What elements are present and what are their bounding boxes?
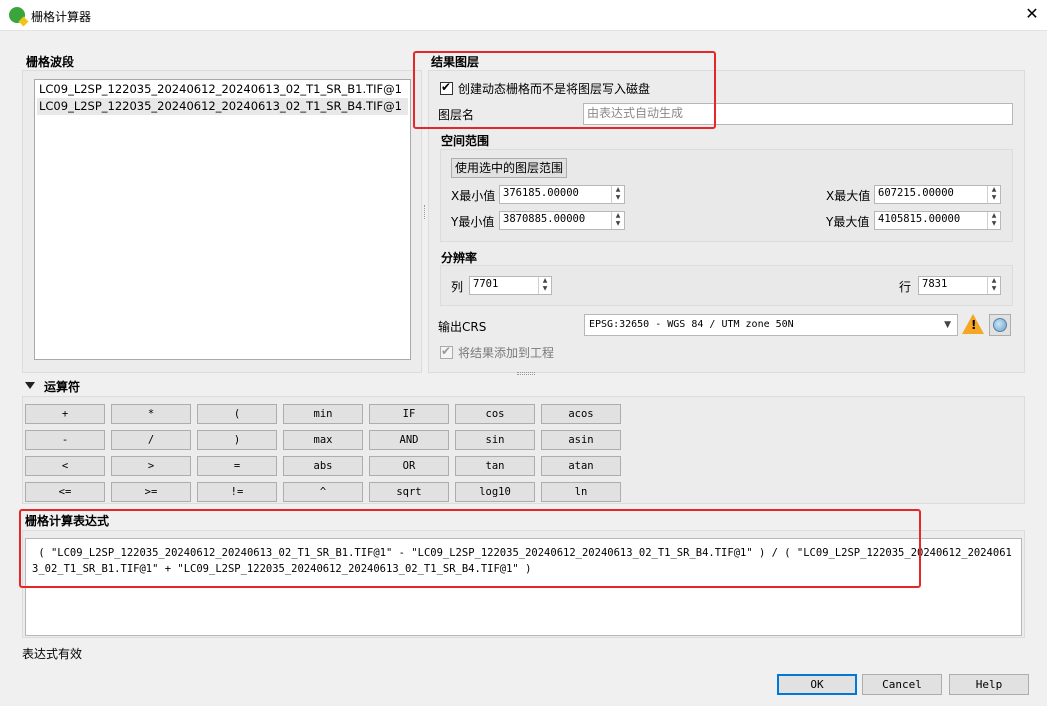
xmin-spinbox[interactable]: 376185.00000 ▲ ▼ bbox=[499, 185, 625, 204]
operator-button[interactable]: acos bbox=[541, 404, 621, 424]
title-bar: 栅格计算器 ✕ bbox=[0, 0, 1047, 31]
expression-title: 栅格计算表达式 bbox=[25, 514, 110, 528]
ymin-label: Y最小值 bbox=[451, 215, 495, 229]
operator-button[interactable]: min bbox=[283, 404, 363, 424]
operator-button[interactable]: log10 bbox=[455, 482, 535, 502]
band-list-item[interactable]: LC09_L2SP_122035_20240612_20240613_02_T1… bbox=[37, 98, 408, 115]
expression-status: 表达式有效 bbox=[22, 647, 83, 661]
rows-spinbox[interactable]: 7831 ▲ ▼ bbox=[918, 276, 1001, 295]
qgis-logo-icon bbox=[9, 7, 25, 23]
expression-editor[interactable]: ( "LC09_L2SP_122035_20240612_20240613_02… bbox=[25, 538, 1022, 636]
xmin-value: 376185.00000 bbox=[503, 187, 579, 199]
virtual-layer-checkbox[interactable] bbox=[440, 80, 453, 95]
add-to-project-checkbox[interactable] bbox=[440, 344, 453, 359]
operator-button[interactable]: > bbox=[111, 456, 191, 476]
operator-button[interactable]: = bbox=[197, 456, 277, 476]
ymax-spinbox[interactable]: 4105815.00000 ▲ ▼ bbox=[874, 211, 1001, 230]
result-layer-title: 结果图层 bbox=[431, 55, 480, 69]
operator-button[interactable]: ln bbox=[541, 482, 621, 502]
operator-button[interactable]: / bbox=[111, 430, 191, 450]
chevron-down-icon: ▼ bbox=[944, 320, 951, 330]
bands-group-title: 栅格波段 bbox=[26, 55, 75, 69]
spin-up-icon[interactable]: ▲ bbox=[988, 277, 1000, 285]
layer-name-label: 图层名 bbox=[438, 108, 475, 122]
operator-button[interactable]: max bbox=[283, 430, 363, 450]
extent-title: 空间范围 bbox=[441, 134, 490, 148]
columns-label: 列 bbox=[451, 280, 464, 294]
ymax-label: Y最大值 bbox=[826, 215, 870, 229]
window-title: 栅格计算器 bbox=[31, 10, 92, 24]
virtual-layer-label: 创建动态栅格而不是将图层写入磁盘 bbox=[458, 82, 651, 96]
operator-button[interactable]: + bbox=[25, 404, 105, 424]
operators-title: 运算符 bbox=[44, 380, 81, 394]
output-crs-value: EPSG:32650 - WGS 84 / UTM zone 50N bbox=[589, 319, 794, 330]
bands-list[interactable]: LC09_L2SP_122035_20240612_20240613_02_T1… bbox=[34, 79, 411, 360]
close-icon[interactable]: ✕ bbox=[1021, 3, 1043, 25]
operator-button[interactable]: sqrt bbox=[369, 482, 449, 502]
operator-button[interactable]: >= bbox=[111, 482, 191, 502]
warning-icon: ! bbox=[962, 314, 984, 334]
operator-button[interactable]: - bbox=[25, 430, 105, 450]
output-crs-select[interactable]: EPSG:32650 - WGS 84 / UTM zone 50N ▼ bbox=[584, 314, 958, 336]
rows-value: 7831 bbox=[922, 278, 948, 290]
expression-text: ( "LC09_L2SP_122035_20240612_20240613_02… bbox=[32, 547, 1012, 575]
spin-up-icon[interactable]: ▲ bbox=[612, 186, 624, 194]
operator-button[interactable]: ) bbox=[197, 430, 277, 450]
spin-up-icon[interactable]: ▲ bbox=[612, 212, 624, 220]
xmax-label: X最大值 bbox=[826, 189, 871, 203]
xmax-value: 607215.00000 bbox=[878, 187, 954, 199]
xmax-spinbox[interactable]: 607215.00000 ▲ ▼ bbox=[874, 185, 1001, 204]
help-button[interactable]: Help bbox=[949, 674, 1029, 695]
cancel-button[interactable]: Cancel bbox=[862, 674, 942, 695]
operator-button[interactable]: < bbox=[25, 456, 105, 476]
operator-button[interactable]: ( bbox=[197, 404, 277, 424]
crs-selector-button[interactable] bbox=[989, 314, 1011, 336]
rows-label: 行 bbox=[899, 280, 912, 294]
spin-down-icon[interactable]: ▼ bbox=[988, 194, 1000, 202]
ymin-spinbox[interactable]: 3870885.00000 ▲ ▼ bbox=[499, 211, 625, 230]
columns-value: 7701 bbox=[473, 278, 499, 290]
add-to-project-label: 将结果添加到工程 bbox=[458, 346, 555, 360]
operator-button[interactable]: != bbox=[197, 482, 277, 502]
layer-name-input[interactable]: 由表达式自动生成 bbox=[583, 103, 1013, 125]
splitter-handle[interactable] bbox=[517, 372, 535, 375]
splitter-handle[interactable] bbox=[424, 205, 427, 219]
columns-spinbox[interactable]: 7701 ▲ ▼ bbox=[469, 276, 552, 295]
spin-up-icon[interactable]: ▲ bbox=[988, 186, 1000, 194]
spin-down-icon[interactable]: ▼ bbox=[612, 220, 624, 228]
operator-button[interactable]: IF bbox=[369, 404, 449, 424]
operator-button[interactable]: abs bbox=[283, 456, 363, 476]
spin-up-icon[interactable]: ▲ bbox=[988, 212, 1000, 220]
operator-button[interactable]: tan bbox=[455, 456, 535, 476]
operator-button[interactable]: OR bbox=[369, 456, 449, 476]
use-selected-extent-button[interactable]: 使用选中的图层范围 bbox=[451, 158, 567, 178]
resolution-title: 分辨率 bbox=[441, 251, 478, 265]
ymax-value: 4105815.00000 bbox=[878, 213, 961, 225]
operator-button[interactable]: ^ bbox=[283, 482, 363, 502]
band-list-item[interactable]: LC09_L2SP_122035_20240612_20240613_02_T1… bbox=[37, 81, 408, 98]
output-crs-label: 输出CRS bbox=[438, 320, 487, 334]
xmin-label: X最小值 bbox=[451, 189, 496, 203]
spin-down-icon[interactable]: ▼ bbox=[539, 285, 551, 293]
ok-button[interactable]: OK bbox=[777, 674, 857, 695]
operator-button[interactable]: cos bbox=[455, 404, 535, 424]
spin-down-icon[interactable]: ▼ bbox=[612, 194, 624, 202]
operator-button[interactable]: <= bbox=[25, 482, 105, 502]
spin-up-icon[interactable]: ▲ bbox=[539, 277, 551, 285]
operator-button[interactable]: AND bbox=[369, 430, 449, 450]
operator-button[interactable]: atan bbox=[541, 456, 621, 476]
operator-button[interactable]: sin bbox=[455, 430, 535, 450]
ymin-value: 3870885.00000 bbox=[503, 213, 586, 225]
spin-down-icon[interactable]: ▼ bbox=[988, 285, 1000, 293]
spin-down-icon[interactable]: ▼ bbox=[988, 220, 1000, 228]
globe-icon bbox=[993, 318, 1007, 332]
operator-button[interactable]: * bbox=[111, 404, 191, 424]
collapse-arrow-icon[interactable] bbox=[25, 382, 35, 389]
operator-button[interactable]: asin bbox=[541, 430, 621, 450]
